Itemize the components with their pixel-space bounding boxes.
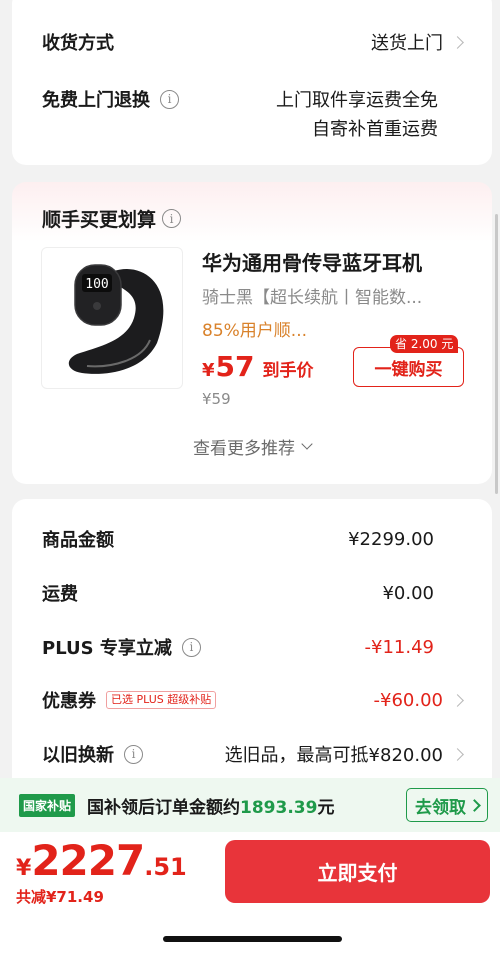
goods-amount-value: ¥2299.00 <box>348 528 434 550</box>
product-price: ¥ 57 到手价 <box>202 350 314 383</box>
save-badge: 省 2.00 元 <box>390 335 459 353</box>
free-return-line1: 上门取件享运费全免 <box>276 90 438 111</box>
subsidy-amount: 1893.39 <box>240 797 318 818</box>
pay-now-label: 立即支付 <box>317 861 398 885</box>
subsidy-badge: 国家补贴 <box>19 793 76 817</box>
summary-row-shipping: 运费 ¥0.00 <box>42 581 462 606</box>
free-return-line2: 自寄补首重运费 <box>312 119 438 140</box>
summary-row-goods-amount: 商品金额 ¥2299.00 <box>42 527 462 552</box>
addon-card: 顺手买更划算 i 100 华为通用骨传导蓝牙耳机 骑士黑【超长续航丨智能数...… <box>12 182 492 484</box>
product-spec: 骑士黑【超长续航丨智能数... <box>202 288 423 308</box>
pay-now-button[interactable]: 立即支付 <box>225 840 490 903</box>
original-price: ¥59 <box>202 390 231 408</box>
price-tag: 到手价 <box>262 361 314 381</box>
chevron-right-icon <box>451 35 464 49</box>
total-currency: ¥ <box>16 856 32 881</box>
info-icon[interactable]: i <box>124 744 143 764</box>
price-symbol: ¥ <box>202 360 215 381</box>
free-return-text: 上门取件享运费全免 自寄补首重运费 <box>276 86 438 144</box>
buy-now-label: 一键购买 <box>374 359 443 380</box>
checkout-footer: ¥ 2227 .51 共减¥71.49 立即支付 <box>0 832 500 956</box>
earphone-image: 100 <box>68 264 164 374</box>
total-saved: 共减¥71.49 <box>16 888 104 906</box>
price-value: 57 <box>215 350 255 383</box>
delivery-method-value: 送货上门 <box>371 33 443 54</box>
coupon-tag: 已选 PLUS 超级补贴 <box>106 691 217 709</box>
plus-discount-label: PLUS 专享立减 <box>42 638 172 659</box>
chevron-right-icon <box>451 693 464 707</box>
subsidy-text: 国补领后订单金额约1893.39元 <box>87 793 334 818</box>
delivery-card: 收货方式 送货上门 免费上门退换 i 上门取件享运费全免 自寄补首重运费 <box>12 0 492 165</box>
home-indicator <box>163 936 342 942</box>
claim-subsidy-label: 去领取 <box>415 797 466 818</box>
plus-discount-value: -¥11.49 <box>364 636 434 658</box>
addon-section-title: 顺手买更划算 <box>42 209 157 231</box>
more-recommend-link[interactable]: 查看更多推荐 <box>12 434 492 459</box>
goods-amount-label: 商品金额 <box>42 530 114 551</box>
info-icon[interactable]: i <box>181 637 201 657</box>
summary-row-plus-discount: PLUS 专享立减 i -¥11.49 <box>42 635 462 660</box>
buy-now-button[interactable]: 一键购买 <box>353 347 464 387</box>
trade-in-label: 以旧换新 <box>42 745 114 766</box>
shipping-value: ¥0.00 <box>382 582 434 604</box>
chevron-down-icon <box>301 438 313 450</box>
chevron-right-icon <box>451 747 464 761</box>
earphone-battery-display: 100 <box>85 277 108 292</box>
shipping-label: 运费 <box>42 584 78 605</box>
total-integer: 2227 <box>31 836 145 885</box>
info-icon[interactable]: i <box>160 89 179 109</box>
product-rating: 85%用户顺... <box>202 321 307 341</box>
subsidy-bar: 国家补贴 国补领后订单金额约1893.39元 去领取 <box>0 778 500 832</box>
summary-row-trade-in[interactable]: 以旧换新 i 选旧品，最高可抵¥820.00 <box>42 742 464 766</box>
product-title[interactable]: 华为通用骨传导蓝牙耳机 <box>202 247 422 276</box>
info-icon[interactable]: i <box>162 209 182 228</box>
summary-row-coupon[interactable]: 优惠券 已选 PLUS 超级补贴 -¥60.00 <box>42 688 464 712</box>
product-image[interactable]: 100 <box>41 247 183 389</box>
coupon-value: -¥60.00 <box>373 689 443 711</box>
total-price: ¥ 2227 .51 <box>16 836 187 885</box>
delivery-method-label: 收货方式 <box>42 33 114 54</box>
delivery-method-row[interactable]: 收货方式 送货上门 <box>42 30 464 54</box>
scrollbar[interactable] <box>495 214 498 494</box>
claim-subsidy-button[interactable]: 去领取 <box>406 788 488 822</box>
coupon-label: 优惠券 <box>42 691 96 712</box>
chevron-right-icon <box>468 798 481 812</box>
subsidy-text-prefix: 国补领后订单金额约 <box>87 797 241 818</box>
total-decimal: .51 <box>144 853 187 881</box>
trade-in-value: 选旧品，最高可抵¥820.00 <box>224 745 443 766</box>
more-recommend-label: 查看更多推荐 <box>193 439 295 459</box>
free-return-label: 免费上门退换 <box>42 90 150 111</box>
addon-section-title-row: 顺手买更划算 i <box>42 205 182 232</box>
order-summary-card: 商品金额 ¥2299.00 运费 ¥0.00 PLUS 专享立减 i -¥11.… <box>12 499 492 799</box>
subsidy-text-suffix: 元 <box>317 797 335 818</box>
